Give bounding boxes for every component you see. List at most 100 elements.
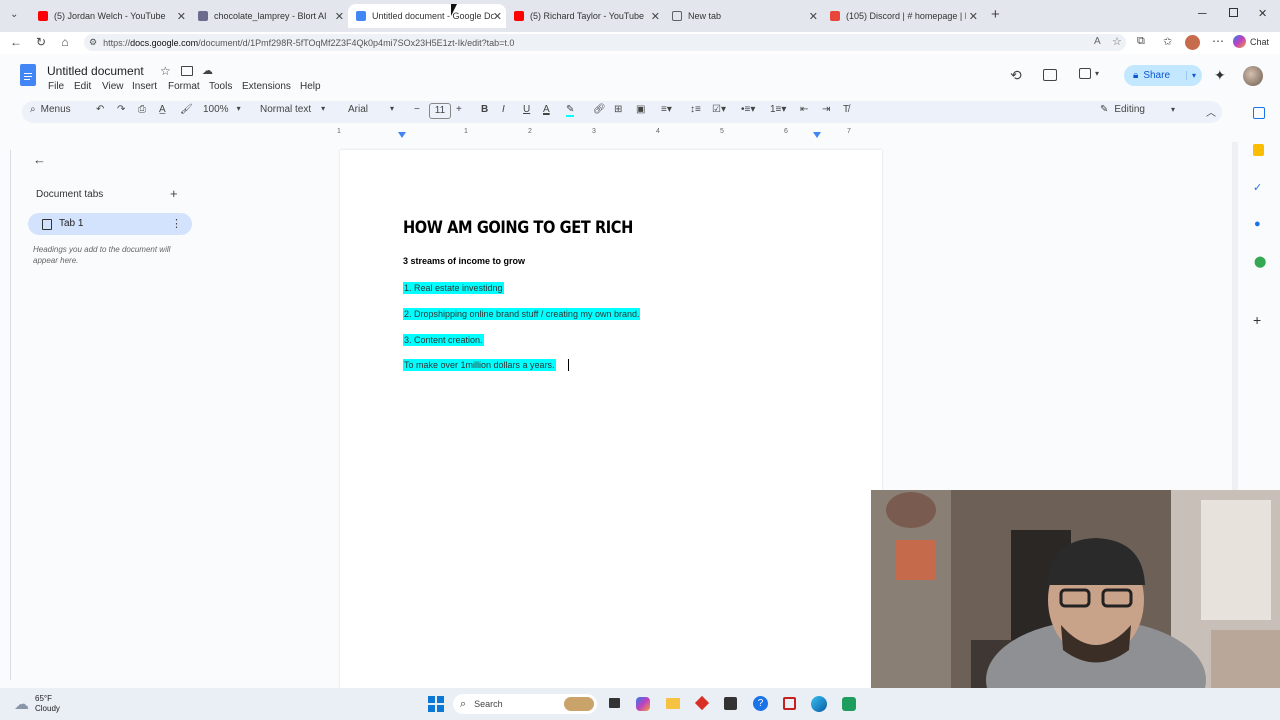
help-icon[interactable]: ? (753, 696, 768, 711)
text-color-icon[interactable]: A (543, 104, 550, 115)
browser-tab-new-tab[interactable]: New tab ✕ (664, 4, 822, 28)
menu-extensions[interactable]: Extensions (242, 81, 291, 92)
zoom-select[interactable]: 100% ▾ (203, 104, 241, 115)
google-docs-logo-icon[interactable] (20, 64, 36, 86)
font-family-select[interactable]: Arial ▾ (348, 104, 394, 115)
read-aloud-icon[interactable]: A (1094, 36, 1101, 47)
document-title[interactable]: Untitled document (47, 64, 144, 78)
paragraph-style-select[interactable]: Normal text ▾ (260, 104, 325, 115)
reload-icon[interactable]: ↻ (33, 34, 49, 50)
close-tab-icon[interactable]: ✕ (969, 10, 978, 23)
numbered-list-icon[interactable]: 1≡▾ (770, 104, 786, 115)
home-icon[interactable]: ⌂ (57, 34, 73, 50)
insert-link-icon[interactable]: 🔗︎ (593, 104, 606, 115)
ruler[interactable]: 1 1 2 3 4 5 6 7 (337, 128, 882, 142)
menu-tools[interactable]: Tools (209, 81, 232, 92)
extensions-icon[interactable]: ⧉ (1137, 35, 1145, 48)
browser-tab-blort-ai[interactable]: chocolate_lamprey - Blort AI ✕ (190, 4, 348, 28)
decrease-font-size-icon[interactable]: − (414, 104, 420, 115)
gemini-sparkle-icon[interactable]: ✦ (1214, 67, 1226, 84)
bookmark-star-icon[interactable]: ☆ (1112, 35, 1122, 48)
print-icon[interactable]: ⎙ (138, 104, 146, 115)
comments-icon[interactable] (1043, 69, 1057, 81)
line-spacing-icon[interactable]: ↕≡ (690, 104, 701, 115)
share-button[interactable]: 🔒︎ Share ▾ (1124, 65, 1202, 86)
bold-icon[interactable]: B (481, 104, 488, 115)
checklist-icon[interactable]: ☑▾ (712, 104, 726, 115)
close-tab-icon[interactable]: ✕ (651, 10, 660, 23)
edge-browser-icon[interactable] (811, 696, 827, 712)
italic-icon[interactable]: I (502, 104, 505, 115)
close-outline-back-icon[interactable]: ← (33, 152, 46, 167)
left-indent-marker-icon[interactable] (398, 132, 406, 138)
mcafee-icon[interactable] (783, 697, 796, 710)
sidebar-item-tab-1[interactable]: Tab 1 ⋮ (28, 213, 192, 235)
undo-icon[interactable]: ↶ (96, 104, 104, 115)
maps-icon[interactable]: ⬤ (1254, 255, 1266, 268)
decrease-indent-icon[interactable]: ⇤ (800, 104, 808, 115)
insert-image-icon[interactable]: ▣ (636, 104, 645, 115)
editing-mode-select[interactable]: ✎ Editing ▾ (1100, 104, 1175, 115)
taskbar-app-green-icon[interactable] (842, 697, 856, 711)
collapse-toolbar-icon[interactable]: ︿ (1206, 104, 1216, 119)
redo-icon[interactable]: ↷ (117, 104, 125, 115)
menu-help[interactable]: Help (300, 81, 321, 92)
bulleted-list-icon[interactable]: •≡▾ (741, 104, 755, 115)
close-tab-icon[interactable]: ✕ (335, 10, 344, 23)
menu-view[interactable]: View (102, 81, 124, 92)
back-arrow-icon[interactable]: ← (8, 34, 24, 50)
contacts-icon[interactable]: ● (1254, 218, 1261, 230)
profile-avatar[interactable] (1185, 35, 1200, 50)
menu-insert[interactable]: Insert (132, 81, 157, 92)
menu-format[interactable]: Format (168, 81, 200, 92)
share-dropdown-icon[interactable]: ▾ (1185, 71, 1196, 80)
clear-formatting-icon[interactable]: T̸ (843, 104, 849, 115)
document-page[interactable]: HOW AM GOING TO GET RICH 3 streams of in… (340, 150, 882, 690)
version-history-icon[interactable]: ⟲ (1010, 67, 1022, 84)
account-avatar[interactable] (1243, 66, 1263, 86)
close-tab-icon[interactable]: ✕ (177, 10, 186, 23)
highlight-color-icon[interactable]: ✎ (566, 104, 575, 117)
keep-icon[interactable] (1253, 144, 1264, 156)
site-info-icon[interactable]: ⚙ (89, 37, 97, 48)
copilot-chat-button[interactable]: Chat (1233, 35, 1269, 48)
new-tab-plus-icon[interactable]: + (991, 6, 1000, 23)
browser-tab-google-docs[interactable]: Untitled document - Google Docs ✕ (348, 4, 506, 28)
weather-widget[interactable]: ☁ 65°F Cloudy (14, 694, 60, 714)
menu-edit[interactable]: Edit (74, 81, 91, 92)
increase-font-size-icon[interactable]: + (456, 104, 462, 115)
more-menu-icon[interactable]: ⋯ (1212, 34, 1224, 48)
meet-video-icon[interactable]: ▾ (1079, 68, 1099, 79)
tab-options-icon[interactable]: ⋮ (171, 217, 182, 230)
paint-format-icon[interactable]: 🖌︎ (180, 104, 193, 115)
tab-list-chevron-icon[interactable]: ⌄ (10, 9, 18, 20)
restore-window-icon[interactable] (1229, 8, 1238, 17)
address-bar[interactable]: ⚙ https://docs.google.com/document/d/1Pm… (84, 34, 1126, 51)
spellcheck-icon[interactable]: A̲ (159, 104, 166, 115)
task-view-icon[interactable] (609, 698, 620, 708)
favorites-icon[interactable]: ✩ (1163, 35, 1172, 48)
star-icon[interactable]: ☆ (160, 64, 171, 78)
minimize-window-icon[interactable]: ─ (1198, 6, 1207, 20)
move-folder-icon[interactable] (181, 66, 193, 76)
browser-tab-discord[interactable]: (105) Discord | # homepage | H ✕ (822, 4, 982, 28)
align-icon[interactable]: ≡▾ (661, 104, 672, 115)
menu-file[interactable]: File (48, 81, 64, 92)
calendar-icon[interactable] (1253, 107, 1265, 119)
close-tab-icon[interactable]: ✕ (493, 10, 502, 23)
close-tab-icon[interactable]: ✕ (809, 10, 818, 23)
microsoft-store-icon[interactable] (724, 697, 737, 710)
tasks-icon[interactable]: ✓ (1253, 181, 1262, 194)
right-indent-marker-icon[interactable] (813, 132, 821, 138)
close-window-icon[interactable]: ✕ (1258, 7, 1267, 20)
underline-icon[interactable]: U (523, 104, 530, 115)
get-addons-plus-icon[interactable]: + (1253, 312, 1261, 328)
windows-start-icon[interactable] (428, 696, 444, 712)
increase-indent-icon[interactable]: ⇥ (822, 104, 830, 115)
taskbar-search-box[interactable]: ⌕ Search (453, 694, 597, 714)
browser-tab-jordan-welch[interactable]: (5) Jordan Welch - YouTube ✕ (30, 4, 190, 28)
copilot-taskbar-icon[interactable] (636, 697, 650, 711)
file-explorer-icon[interactable] (666, 698, 680, 709)
browser-tab-richard-taylor[interactable]: (5) Richard Taylor - YouTube ✕ (506, 4, 664, 28)
add-comment-icon[interactable]: ⊞ (614, 104, 622, 115)
